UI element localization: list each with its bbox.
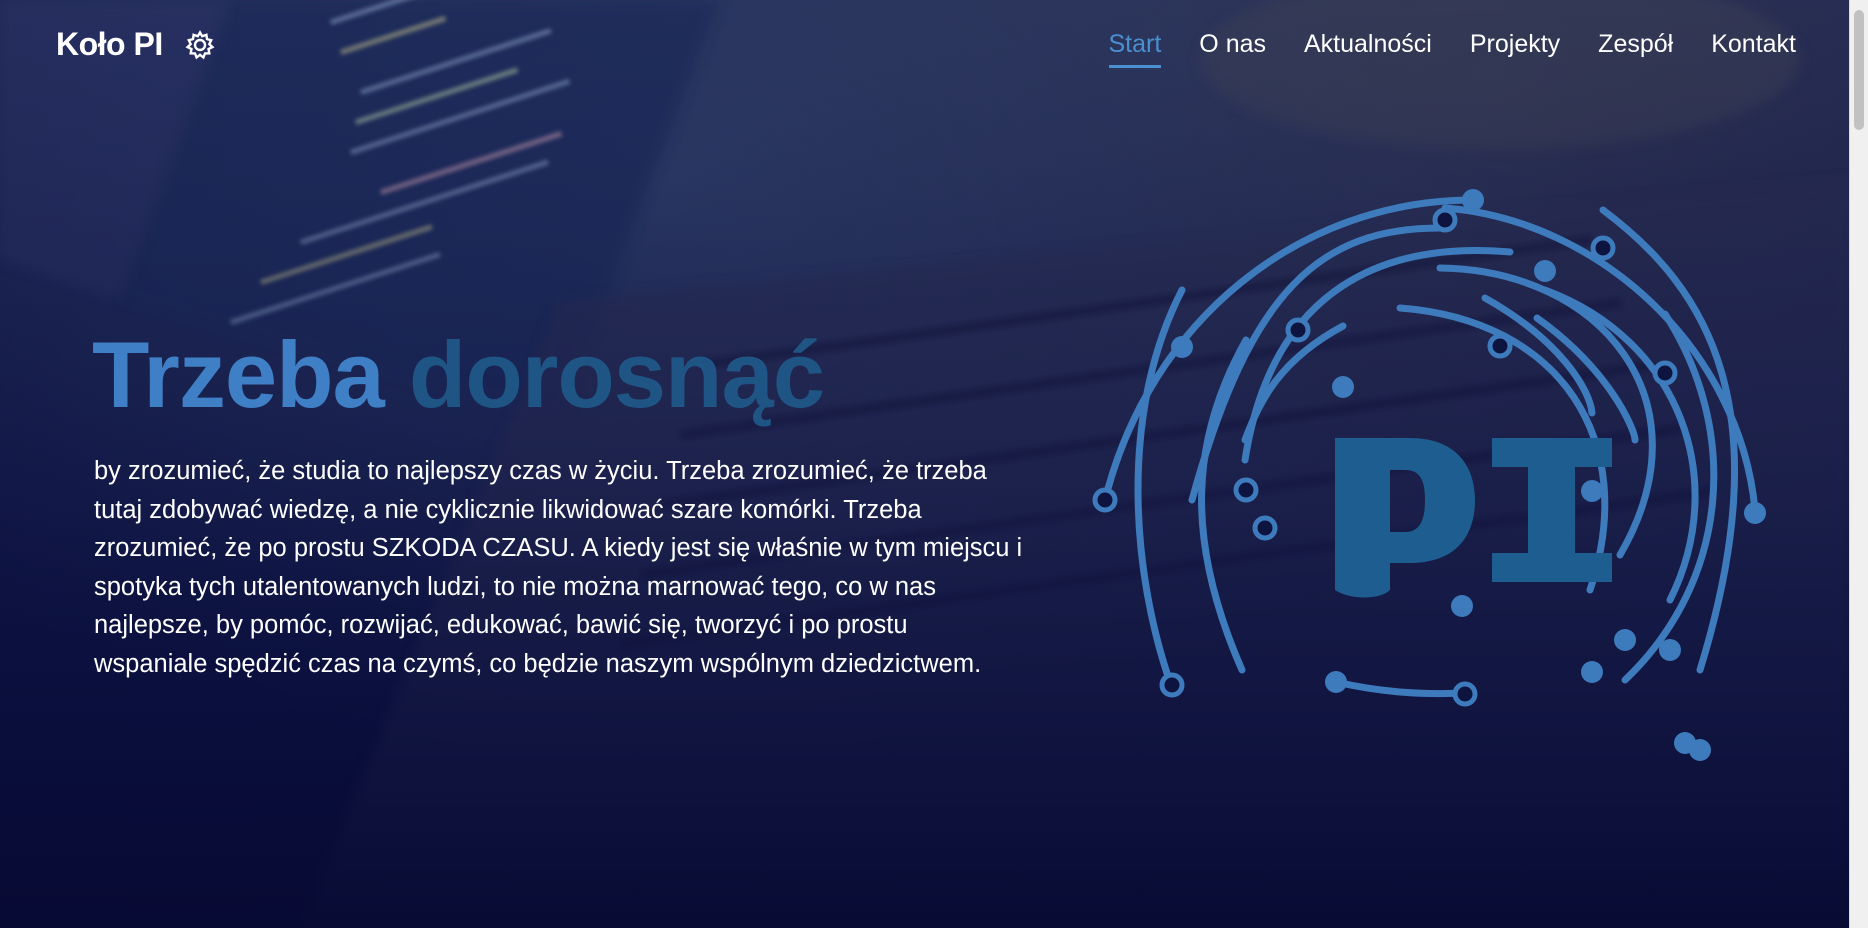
- page: Koło PI Start O nas Aktualności Projekty…: [0, 0, 1868, 928]
- hero-description: by zrozumieć, że studia to najlepszy cza…: [94, 457, 1023, 678]
- brand-name[interactable]: Koło PI: [56, 26, 163, 63]
- nav-aktualnosci[interactable]: Aktualności: [1304, 30, 1432, 68]
- nav-projekty[interactable]: Projekty: [1470, 30, 1560, 68]
- nav-start[interactable]: Start: [1108, 30, 1162, 68]
- circuit-logo-icon: [1092, 189, 1766, 761]
- gear-icon: [185, 29, 215, 60]
- nav-zespol[interactable]: Zespół: [1598, 30, 1673, 68]
- hero-title: Trzeba dorosnąć: [92, 328, 825, 422]
- page-scrollbar[interactable]: [1849, 0, 1868, 928]
- hero-title-part1: Trzeba: [92, 322, 385, 427]
- brand[interactable]: Koło PI: [56, 26, 215, 63]
- scrollbar-thumb[interactable]: [1854, 10, 1864, 130]
- nav-kontakt[interactable]: Kontakt: [1711, 30, 1796, 68]
- main-nav: Start O nas Aktualności Projekty Zespół …: [1108, 30, 1796, 68]
- nav-o-nas[interactable]: O nas: [1199, 30, 1266, 68]
- hero-title-part2: dorosnąć: [408, 322, 825, 427]
